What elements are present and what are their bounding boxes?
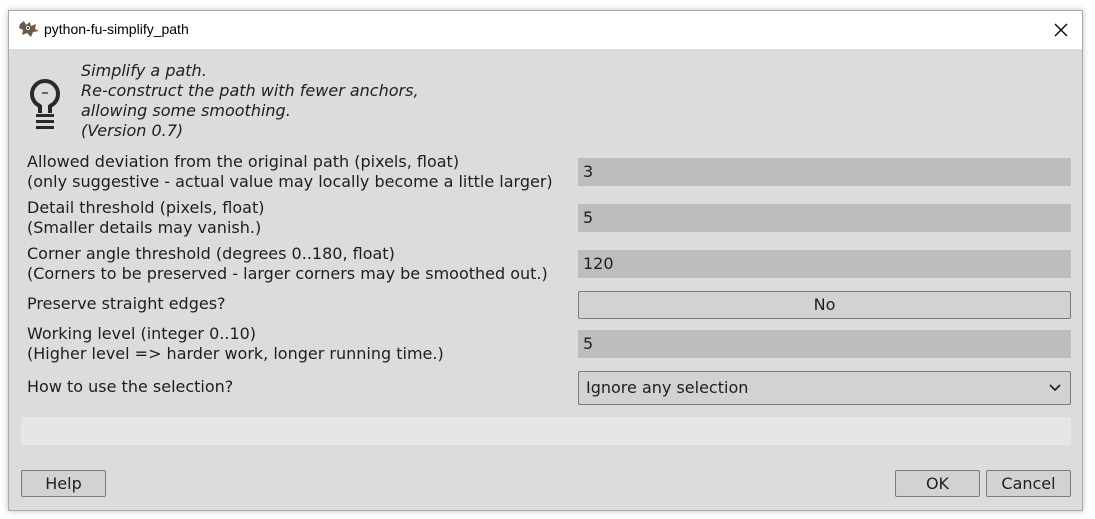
gimp-wilber-icon — [19, 21, 39, 37]
window-title: python-fu-simplify_path — [44, 21, 189, 37]
lightbulb-icon — [30, 79, 60, 129]
level-label: Working level (integer 0..10) (Higher le… — [27, 324, 444, 364]
dialog-window: python-fu-simplify_path Simplify a path.… — [8, 10, 1083, 511]
help-button[interactable]: Help — [21, 470, 106, 497]
progress-bar — [21, 417, 1071, 445]
selection-label: How to use the selection? — [27, 377, 234, 396]
detail-label-line: Detail threshold (pixels, float) — [27, 198, 265, 217]
corner-hint-line: (Corners to be preserved - larger corner… — [27, 264, 548, 283]
close-icon — [1054, 23, 1068, 37]
selection-dropdown[interactable]: Ignore any selection — [578, 371, 1071, 405]
straight-edges-label: Preserve straight edges? — [27, 294, 226, 313]
cancel-button[interactable]: Cancel — [986, 470, 1071, 497]
corner-label: Corner angle threshold (degrees 0..180, … — [27, 244, 548, 284]
close-button[interactable] — [1048, 18, 1074, 42]
description-line: allowing some smoothing. — [81, 101, 291, 120]
corner-label-line: Corner angle threshold (degrees 0..180, … — [27, 244, 395, 263]
deviation-label: Allowed deviation from the original path… — [27, 152, 553, 192]
corner-input[interactable] — [578, 250, 1071, 278]
straight-edges-toggle[interactable]: No — [578, 291, 1071, 319]
level-hint-line: (Higher level => harder work, longer run… — [27, 344, 444, 363]
detail-label: Detail threshold (pixels, float) (Smalle… — [27, 198, 264, 238]
description-line: Simplify a path. — [81, 61, 207, 80]
description-line: Re-construct the path with fewer anchors… — [81, 81, 419, 100]
level-input[interactable] — [578, 330, 1071, 358]
detail-input[interactable] — [578, 204, 1071, 232]
selection-value: Ignore any selection — [586, 378, 749, 397]
deviation-hint-line: (only suggestive - actual value may loca… — [27, 172, 553, 191]
chevron-down-icon — [1049, 384, 1061, 392]
description-line: (Version 0.7) — [81, 121, 184, 140]
plugin-description: Simplify a path. Re-construct the path w… — [81, 61, 419, 141]
deviation-label-line: Allowed deviation from the original path… — [27, 152, 460, 171]
level-label-line: Working level (integer 0..10) — [27, 324, 257, 343]
title-bar[interactable]: python-fu-simplify_path — [9, 11, 1082, 49]
ok-button[interactable]: OK — [895, 470, 980, 497]
deviation-input[interactable] — [578, 158, 1071, 186]
detail-hint-line: (Smaller details may vanish.) — [27, 218, 262, 237]
